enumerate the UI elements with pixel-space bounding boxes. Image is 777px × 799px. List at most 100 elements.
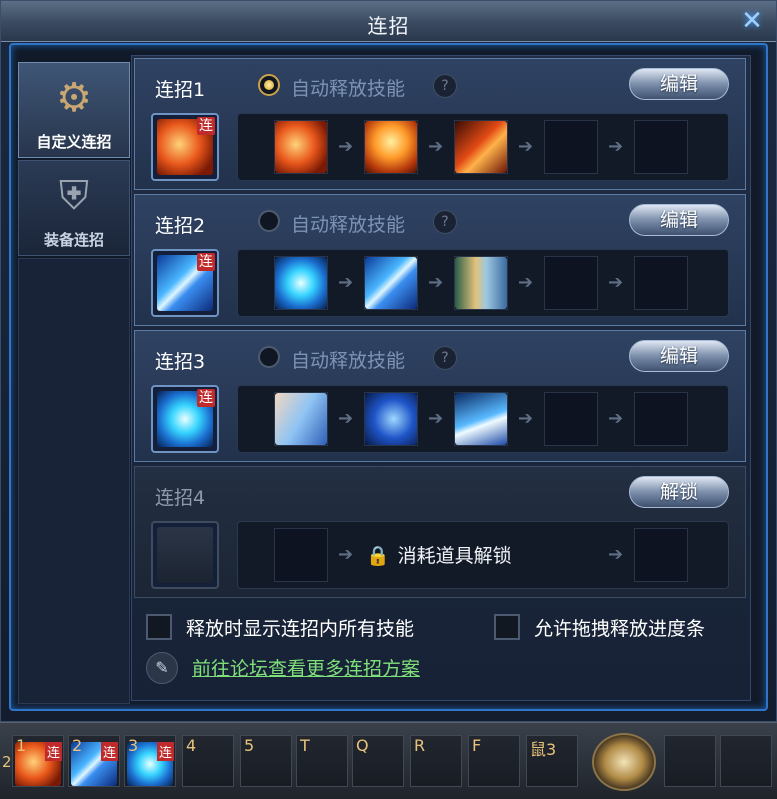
skill-sequence: ➔ ➔ ➔ ➔ — [237, 113, 729, 181]
hotkey-label: T — [300, 736, 310, 755]
wind-vortex-icon — [275, 257, 327, 309]
hotbar-slot-q[interactable]: Q — [352, 735, 404, 787]
combo-tag: 连 — [156, 742, 174, 761]
skill-slot-empty[interactable] — [544, 256, 598, 310]
skill-slot[interactable] — [454, 392, 508, 446]
combo-name: 连招4 — [155, 487, 206, 509]
hotbar-slot-extra-2[interactable] — [720, 735, 772, 787]
combo-card-4: 连招4 解锁 ➔ ➔ 🔒 消耗道具解锁 — [134, 466, 746, 598]
auto-release-radio[interactable] — [258, 210, 280, 232]
hotkey-label: 鼠3 — [530, 740, 557, 759]
help-icon[interactable]: ? — [433, 74, 457, 98]
skill-slot[interactable] — [274, 256, 328, 310]
hotkey-label: 1 — [16, 736, 27, 755]
skill-slot-empty[interactable] — [634, 256, 688, 310]
hotbar-slot-f[interactable]: F — [468, 735, 520, 787]
skill-slot-empty — [274, 528, 328, 582]
hotbar-slot-extra-1[interactable] — [664, 735, 716, 787]
combo-main-slot[interactable]: 连 — [151, 249, 219, 317]
auto-release-label: 自动释放技能 — [291, 214, 406, 236]
help-icon[interactable]: ? — [433, 210, 457, 234]
hotkey-label: 4 — [186, 736, 197, 755]
combo-main-slot[interactable]: 连 — [151, 113, 219, 181]
arrow-right-icon: ➔ — [518, 272, 534, 293]
arrow-right-icon: ➔ — [608, 408, 624, 429]
combo-tag: 连 — [197, 253, 215, 271]
show-all-skills-checkbox[interactable] — [146, 614, 172, 640]
auto-release-label: 自动释放技能 — [291, 78, 406, 100]
flame-slash-icon — [455, 121, 507, 173]
skill-slot[interactable] — [274, 392, 328, 446]
combo-card-1: 连招1 自动释放技能 ? 编辑 连 ➔ ➔ ➔ ➔ — [134, 58, 746, 190]
skill-slot-empty[interactable] — [634, 392, 688, 446]
skill-slot[interactable] — [364, 392, 418, 446]
emblem-icon[interactable] — [592, 733, 656, 791]
combo-name: 连招1 — [155, 79, 206, 101]
face-icon — [275, 393, 327, 445]
tab-equipment-combo[interactable]: ⛨ 装备连招 — [18, 160, 130, 256]
title-bar: 连招 ✕ — [1, 1, 776, 42]
hotbar-slot-2[interactable]: 连 2 — [68, 735, 120, 787]
skill-sequence: ➔ ➔ ➔ ➔ — [237, 385, 729, 453]
drag-progress-checkbox[interactable] — [494, 614, 520, 640]
hotbar-slot-1[interactable]: 连 1 — [12, 735, 64, 787]
skill-slot-empty[interactable] — [544, 392, 598, 446]
unlock-button[interactable]: 解锁 — [629, 476, 729, 508]
window-title: 连招 — [367, 14, 410, 38]
close-icon[interactable]: ✕ — [738, 7, 766, 35]
show-all-skills-label: 释放时显示连招内所有技能 — [186, 618, 415, 640]
drag-progress-label: 允许拖拽释放进度条 — [534, 618, 706, 640]
skill-slot-empty — [634, 528, 688, 582]
skill-slot[interactable] — [364, 120, 418, 174]
share-icon[interactable]: ✎ — [146, 652, 178, 684]
skill-slot[interactable] — [454, 256, 508, 310]
fan-icon — [455, 257, 507, 309]
auto-release-radio[interactable] — [258, 74, 280, 96]
tab-custom-combo-label: 自定义连招 — [36, 133, 112, 151]
ice-swirl-icon — [365, 393, 417, 445]
edit-button[interactable]: 编辑 — [629, 204, 729, 236]
hotkey-label: F — [472, 736, 482, 755]
combo-main-slot[interactable]: 连 — [151, 385, 219, 453]
water-wave-icon — [455, 393, 507, 445]
arrow-right-icon: ➔ — [518, 408, 534, 429]
hotkey-label: 3 — [128, 736, 139, 755]
hotbar-slot-5[interactable]: 5 — [240, 735, 292, 787]
arrow-right-icon: ➔ — [338, 544, 354, 565]
hotbar-slot-t[interactable]: T — [296, 735, 348, 787]
hotbar-slot-3[interactable]: 连 3 — [124, 735, 176, 787]
arrow-right-icon: ➔ — [428, 136, 444, 157]
skill-hotbar: 2 连 1 连 2 连 3 4 5 T Q R F 鼠3 — [0, 722, 777, 799]
arrow-right-icon: ➔ — [608, 544, 624, 565]
hotkey-label: 2 — [72, 736, 83, 755]
skill-slot[interactable] — [454, 120, 508, 174]
combo-name: 连招3 — [155, 351, 206, 373]
hotbar-slot-r[interactable]: R — [410, 735, 462, 787]
forum-link[interactable]: 前往论坛查看更多连招方案 — [192, 654, 420, 681]
tab-custom-combo[interactable]: ⚙ 自定义连招 — [18, 62, 130, 158]
fire-vortex-icon — [275, 121, 327, 173]
hotbar-slot-4[interactable]: 4 — [182, 735, 234, 787]
combo-tag: 连 — [197, 389, 215, 407]
hotbar-page-number: 2 — [2, 753, 12, 771]
tab-equipment-combo-label: 装备连招 — [43, 231, 104, 249]
arrow-right-icon: ➔ — [428, 408, 444, 429]
skill-slot[interactable] — [364, 256, 418, 310]
hotkey-label: R — [414, 736, 426, 755]
edit-button[interactable]: 编辑 — [629, 340, 729, 372]
arrow-right-icon: ➔ — [608, 136, 624, 157]
unlock-hint: 🔒 消耗道具解锁 — [366, 538, 586, 574]
skill-sequence: ➔ ➔ 🔒 消耗道具解锁 — [237, 521, 729, 589]
skill-slot-empty[interactable] — [544, 120, 598, 174]
skill-slot[interactable] — [274, 120, 328, 174]
combo-tag: 连 — [100, 742, 118, 761]
arrow-right-icon: ➔ — [338, 136, 354, 157]
combo-name: 连招2 — [155, 215, 206, 237]
sidebar-empty — [18, 258, 130, 704]
skill-slot-empty[interactable] — [634, 120, 688, 174]
auto-release-radio[interactable] — [258, 346, 280, 368]
hotbar-slot-mouse3[interactable]: 鼠3 — [526, 735, 578, 787]
help-icon[interactable]: ? — [433, 346, 457, 370]
edit-button[interactable]: 编辑 — [629, 68, 729, 100]
arrow-right-icon: ➔ — [518, 136, 534, 157]
